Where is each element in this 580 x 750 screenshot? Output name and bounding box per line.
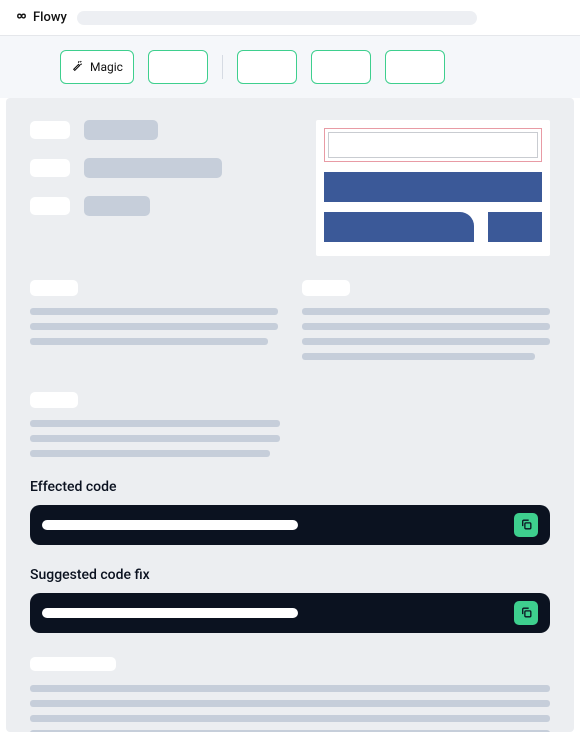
text-line: [302, 338, 550, 345]
preview-highlight-box: [324, 128, 542, 162]
logo-text: Flowy: [33, 10, 67, 25]
bottom-section: [30, 657, 550, 732]
section-title: [30, 392, 78, 408]
info-section-left: [30, 280, 278, 368]
code-content: [42, 608, 298, 618]
text-line: [30, 715, 550, 722]
app-header: Flowy: [0, 0, 580, 36]
effected-code-heading: Effected code: [30, 479, 550, 495]
form-row-2: [30, 158, 292, 178]
form-row-1: [30, 120, 292, 140]
text-line: [30, 435, 280, 442]
details-row: [30, 120, 550, 256]
copy-icon: [520, 604, 533, 623]
details-form: [30, 120, 292, 256]
text-line: [30, 730, 550, 732]
toolbar-separator: [222, 55, 223, 79]
toolbar-tab-5[interactable]: [385, 50, 445, 84]
field-label: [30, 159, 70, 177]
toolbar-tab-3[interactable]: [237, 50, 297, 84]
preview-element-1: [324, 172, 542, 202]
suggested-fix-heading: Suggested code fix: [30, 567, 550, 583]
info-sections: [30, 280, 550, 368]
text-line: [30, 420, 280, 427]
preview-panel: [316, 120, 550, 256]
text-line: [30, 700, 550, 707]
magic-wand-icon: [71, 59, 84, 75]
preview-element-3: [488, 212, 542, 242]
code-content: [42, 520, 298, 530]
text-line: [30, 308, 278, 315]
toolbar-tab-2[interactable]: [148, 50, 208, 84]
text-line: [30, 450, 270, 457]
suggested-fix-section: Suggested code fix: [30, 567, 550, 633]
preview-inner-box: [328, 132, 538, 158]
suggested-code-block: [30, 593, 550, 633]
effected-code-section: Effected code: [30, 479, 550, 545]
section-title: [30, 657, 116, 671]
text-line: [302, 353, 535, 360]
copy-button[interactable]: [514, 601, 538, 625]
text-line: [30, 685, 550, 692]
form-row-3: [30, 196, 292, 216]
info-section-right: [302, 280, 550, 368]
field-value: [84, 120, 158, 140]
text-line: [30, 323, 278, 330]
copy-button[interactable]: [514, 513, 538, 537]
logo: Flowy: [14, 10, 67, 25]
main-content: Effected code Suggested code fix: [6, 98, 574, 732]
field-label: [30, 197, 70, 215]
text-line: [302, 323, 550, 330]
search-input[interactable]: [77, 11, 477, 25]
toolbar: Magic: [0, 36, 580, 98]
magic-button[interactable]: Magic: [60, 50, 134, 84]
toolbar-tab-4[interactable]: [311, 50, 371, 84]
effected-code-block: [30, 505, 550, 545]
copy-icon: [520, 516, 533, 535]
section-title: [30, 280, 78, 296]
field-value: [84, 158, 222, 178]
text-line: [302, 308, 550, 315]
preview-element-2: [324, 212, 474, 242]
text-line: [30, 338, 268, 345]
info-section-3: [30, 392, 550, 457]
field-value: [84, 196, 150, 216]
magic-label: Magic: [90, 60, 123, 74]
section-title: [302, 280, 350, 296]
infinity-icon: [14, 10, 29, 25]
field-label: [30, 121, 70, 139]
